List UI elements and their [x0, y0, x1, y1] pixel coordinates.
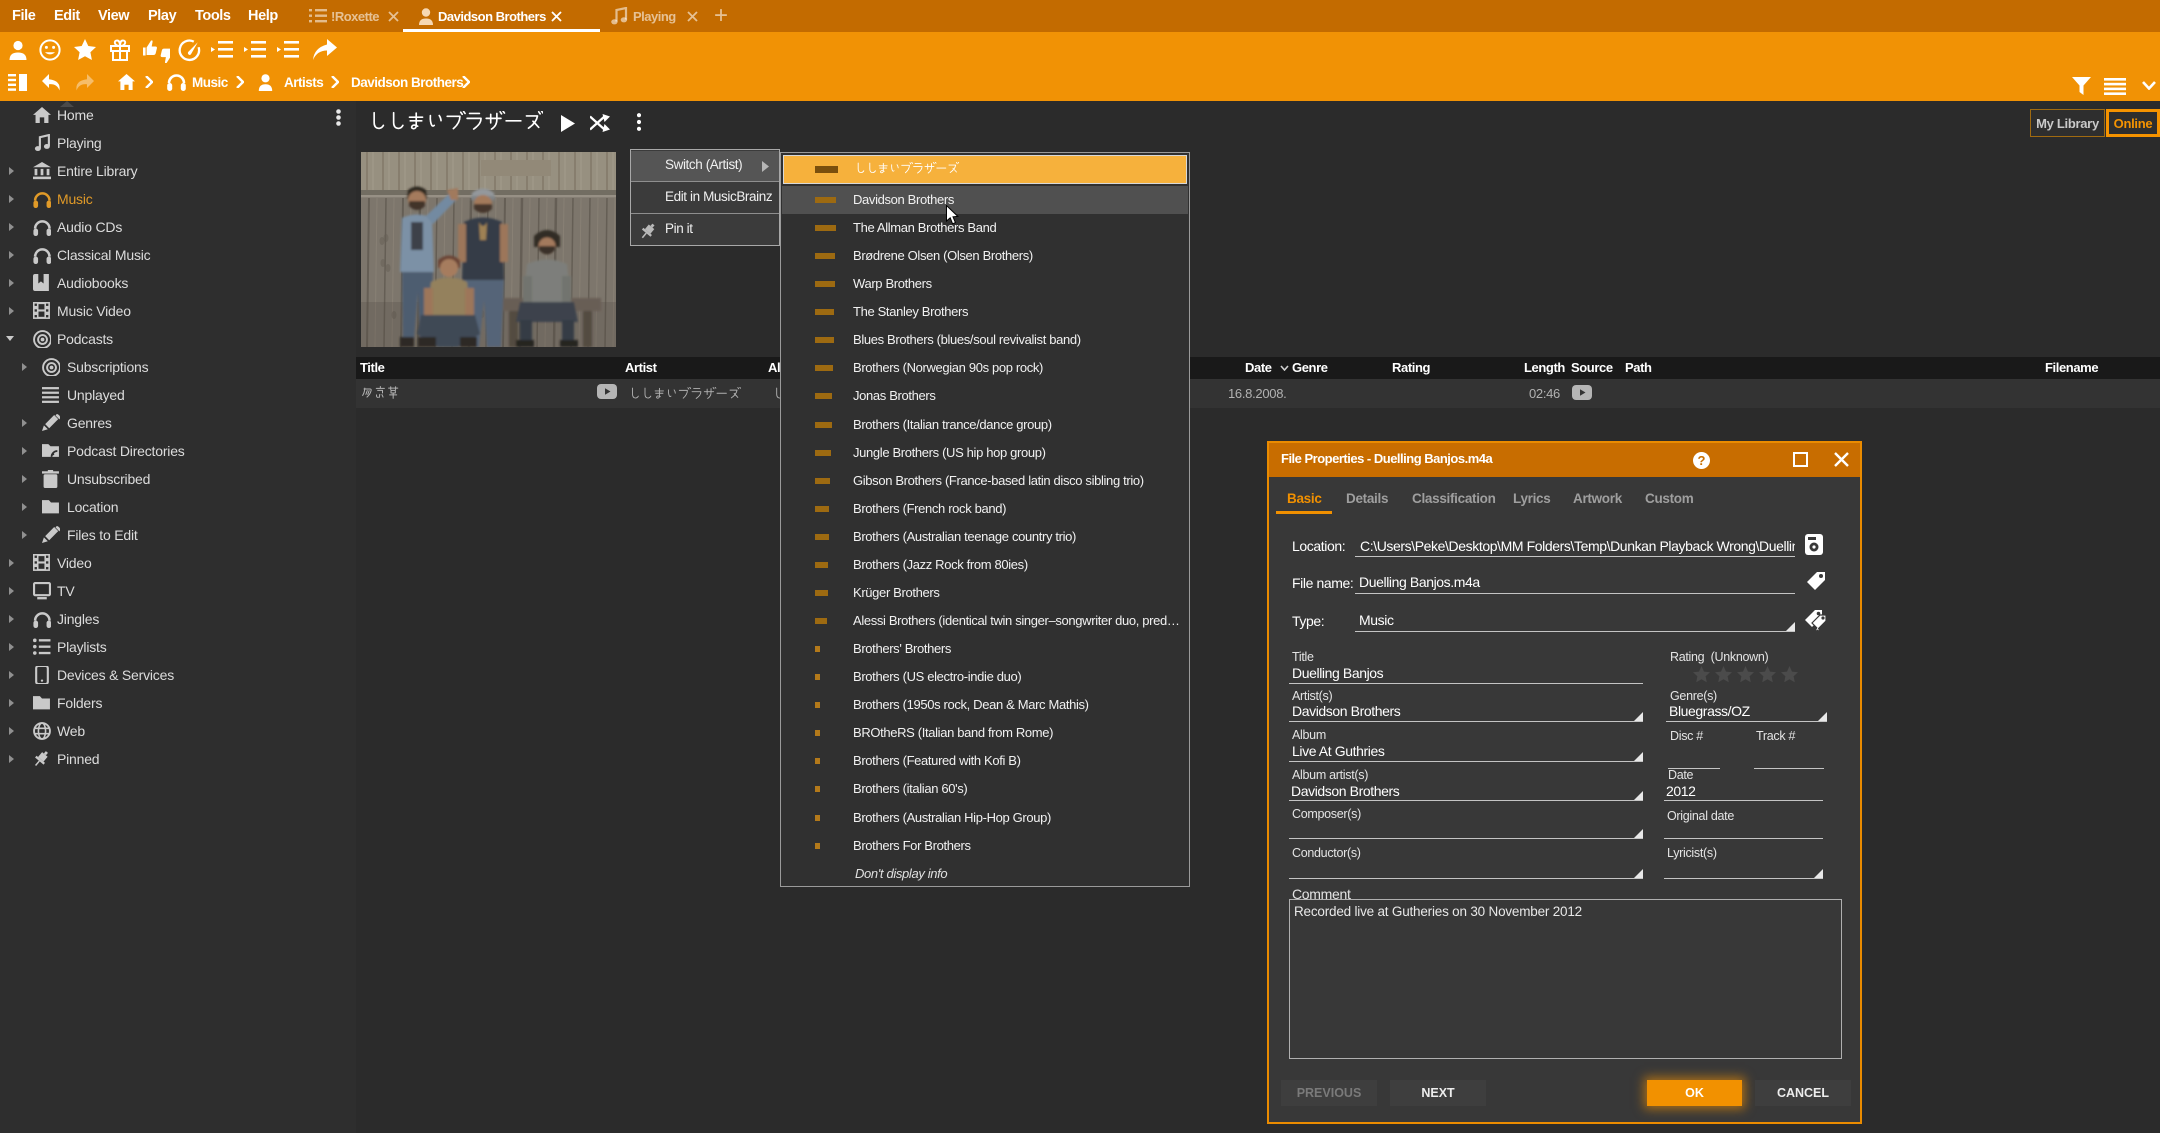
svg-text:?: ? — [1698, 453, 1706, 468]
